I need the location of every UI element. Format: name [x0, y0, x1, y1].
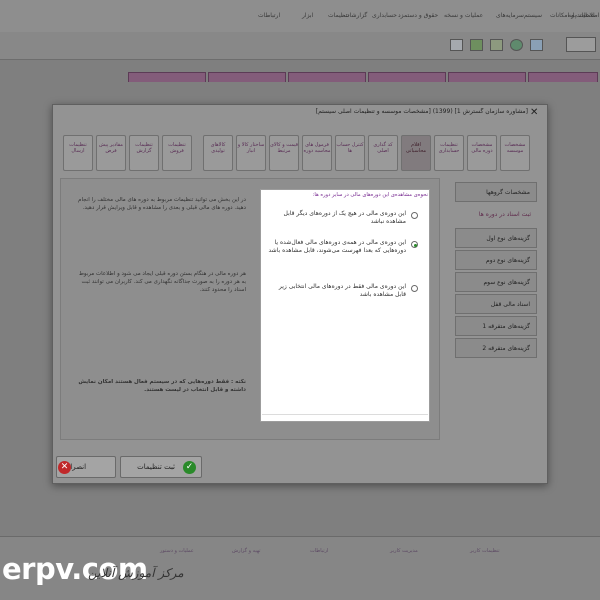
- tab-fiscal-period[interactable]: مشخصات دوره مالی: [467, 135, 497, 171]
- popup-divider: [262, 414, 428, 415]
- background-tab[interactable]: [368, 72, 446, 82]
- option-none-radio[interactable]: [411, 212, 418, 219]
- menu-item[interactable]: حسابداری: [372, 12, 397, 19]
- bottom-nav-item[interactable]: تهیه و گزارش: [232, 548, 261, 554]
- side-item-misc-1[interactable]: گزینه‌های متفرقه 1: [455, 316, 537, 336]
- dialog-title: [مشاوره سازمان گسترش 1] (1399) [مشخصات م…: [315, 108, 528, 115]
- side-item-period-docs[interactable]: ثبت اسناد در دوره ها: [455, 205, 537, 225]
- tab-account-control[interactable]: کنترل حساب ها: [335, 135, 365, 171]
- option-selected-label[interactable]: این دوره‌ی مالی فقط در دوره‌های مالی انت…: [268, 283, 406, 299]
- side-item-options-2[interactable]: گزینه‌های نوع دوم: [455, 250, 537, 270]
- menu-item[interactable]: سرمایه‌های: [496, 12, 524, 19]
- tab-calculation-items[interactable]: اقلام محاسباتی: [401, 135, 431, 171]
- tab-sending[interactable]: تنظیمات ارسال: [63, 135, 93, 171]
- side-item-options-3[interactable]: گزینه‌های نوع سوم: [455, 272, 537, 292]
- globe-icon[interactable]: [510, 39, 523, 51]
- tab-accounting-settings[interactable]: تنظیمات حسابداری: [434, 135, 464, 171]
- tab-pricing[interactable]: قیمت و کالای مرتبط: [269, 135, 299, 171]
- background-tab[interactable]: [528, 72, 598, 82]
- save-settings-label: ثبت تنظیمات: [137, 463, 175, 471]
- menu-item[interactable]: سیستم: [524, 12, 542, 19]
- toolbar-dropdown[interactable]: [566, 37, 596, 52]
- menu-item[interactable]: اطلاعات پایه: [568, 12, 599, 19]
- tab-company-info[interactable]: مشخصات موسسه: [500, 135, 530, 171]
- background-tab[interactable]: [128, 72, 206, 82]
- checklist-icon[interactable]: [490, 39, 503, 51]
- side-item-misc-2[interactable]: گزینه‌های متفرقه 2: [455, 338, 537, 358]
- window-icon[interactable]: [530, 39, 543, 51]
- menu-item[interactable]: حقوق و دستمزد: [398, 12, 438, 19]
- description-paragraph: در این بخش می توانید تنظیمات مربوط به دو…: [78, 197, 246, 211]
- bottom-nav-item[interactable]: تنظیمات کاربر: [470, 548, 500, 554]
- cancel-button[interactable]: انصراف ✕: [56, 456, 116, 478]
- bottom-nav-item[interactable]: مدیریت کاربر: [390, 548, 418, 554]
- side-item-groups[interactable]: مشخصات گروهها: [455, 182, 537, 202]
- bottom-nav-item[interactable]: عملیات و دستور: [160, 548, 194, 554]
- tab-coding[interactable]: کد گذاری اصلی: [368, 135, 398, 171]
- option-all-radio[interactable]: [411, 241, 418, 248]
- bottom-nav-item[interactable]: ارتباطات: [310, 548, 328, 554]
- note-paragraph: نکته : فقط دوره‌هایی که در سیستم فعال هس…: [78, 379, 246, 393]
- tab-report-settings[interactable]: تنظیمات گزارش: [129, 135, 159, 171]
- menu-item[interactable]: ابزار: [302, 12, 313, 19]
- background-menu-bar: ارتباطات ابزار تنظیمات گزارشات حسابداری …: [0, 0, 600, 32]
- option-none-label[interactable]: این دوره‌ی مالی در هیچ یک از دوره‌های دی…: [268, 210, 406, 226]
- cancel-x-icon: ✕: [58, 461, 71, 474]
- side-item-locked-docs[interactable]: اسناد مالی قفل: [455, 294, 537, 314]
- description-paragraph: هر دوره مالی در هنگام بستن دوره قبلی ایج…: [78, 271, 246, 293]
- tab-formulas[interactable]: فرمول های محاسبه دوره: [302, 135, 332, 171]
- option-selected-radio[interactable]: [411, 285, 418, 292]
- tab-production[interactable]: کالاهای تولیدی: [203, 135, 233, 171]
- menu-item[interactable]: گزارشات: [344, 12, 367, 19]
- side-item-options-1[interactable]: گزینه‌های نوع اول: [455, 228, 537, 248]
- background-tab[interactable]: [448, 72, 526, 82]
- menu-item[interactable]: ارتباطات: [258, 12, 280, 19]
- popup-heading: نحوه‌ی مشاهده‌ی این دوره‌های مالی در سای…: [312, 192, 428, 198]
- tab-defaults[interactable]: مقادیر پیش فرض: [96, 135, 126, 171]
- tab-goods-structure[interactable]: ساختار کالا و انبار: [236, 135, 266, 171]
- background-tab[interactable]: [288, 72, 366, 82]
- menu-item[interactable]: عملیات و نسخه: [444, 12, 483, 19]
- signature: مرکز آموزش آنلاین: [88, 566, 184, 580]
- calculator-icon[interactable]: [450, 39, 463, 51]
- tab-sales-settings[interactable]: تنظیمات فروش: [162, 135, 192, 171]
- check-icon: ✓: [183, 461, 196, 474]
- close-icon[interactable]: ✕: [530, 107, 538, 118]
- option-all-label[interactable]: این دوره‌ی مالی در همه‌ی دوره‌های مالی ف…: [268, 239, 406, 255]
- save-settings-button[interactable]: ثبت تنظیمات ✓: [120, 456, 202, 478]
- calendar-icon[interactable]: [470, 39, 483, 51]
- background-tab[interactable]: [208, 72, 286, 82]
- background-tab-strip: [128, 72, 598, 82]
